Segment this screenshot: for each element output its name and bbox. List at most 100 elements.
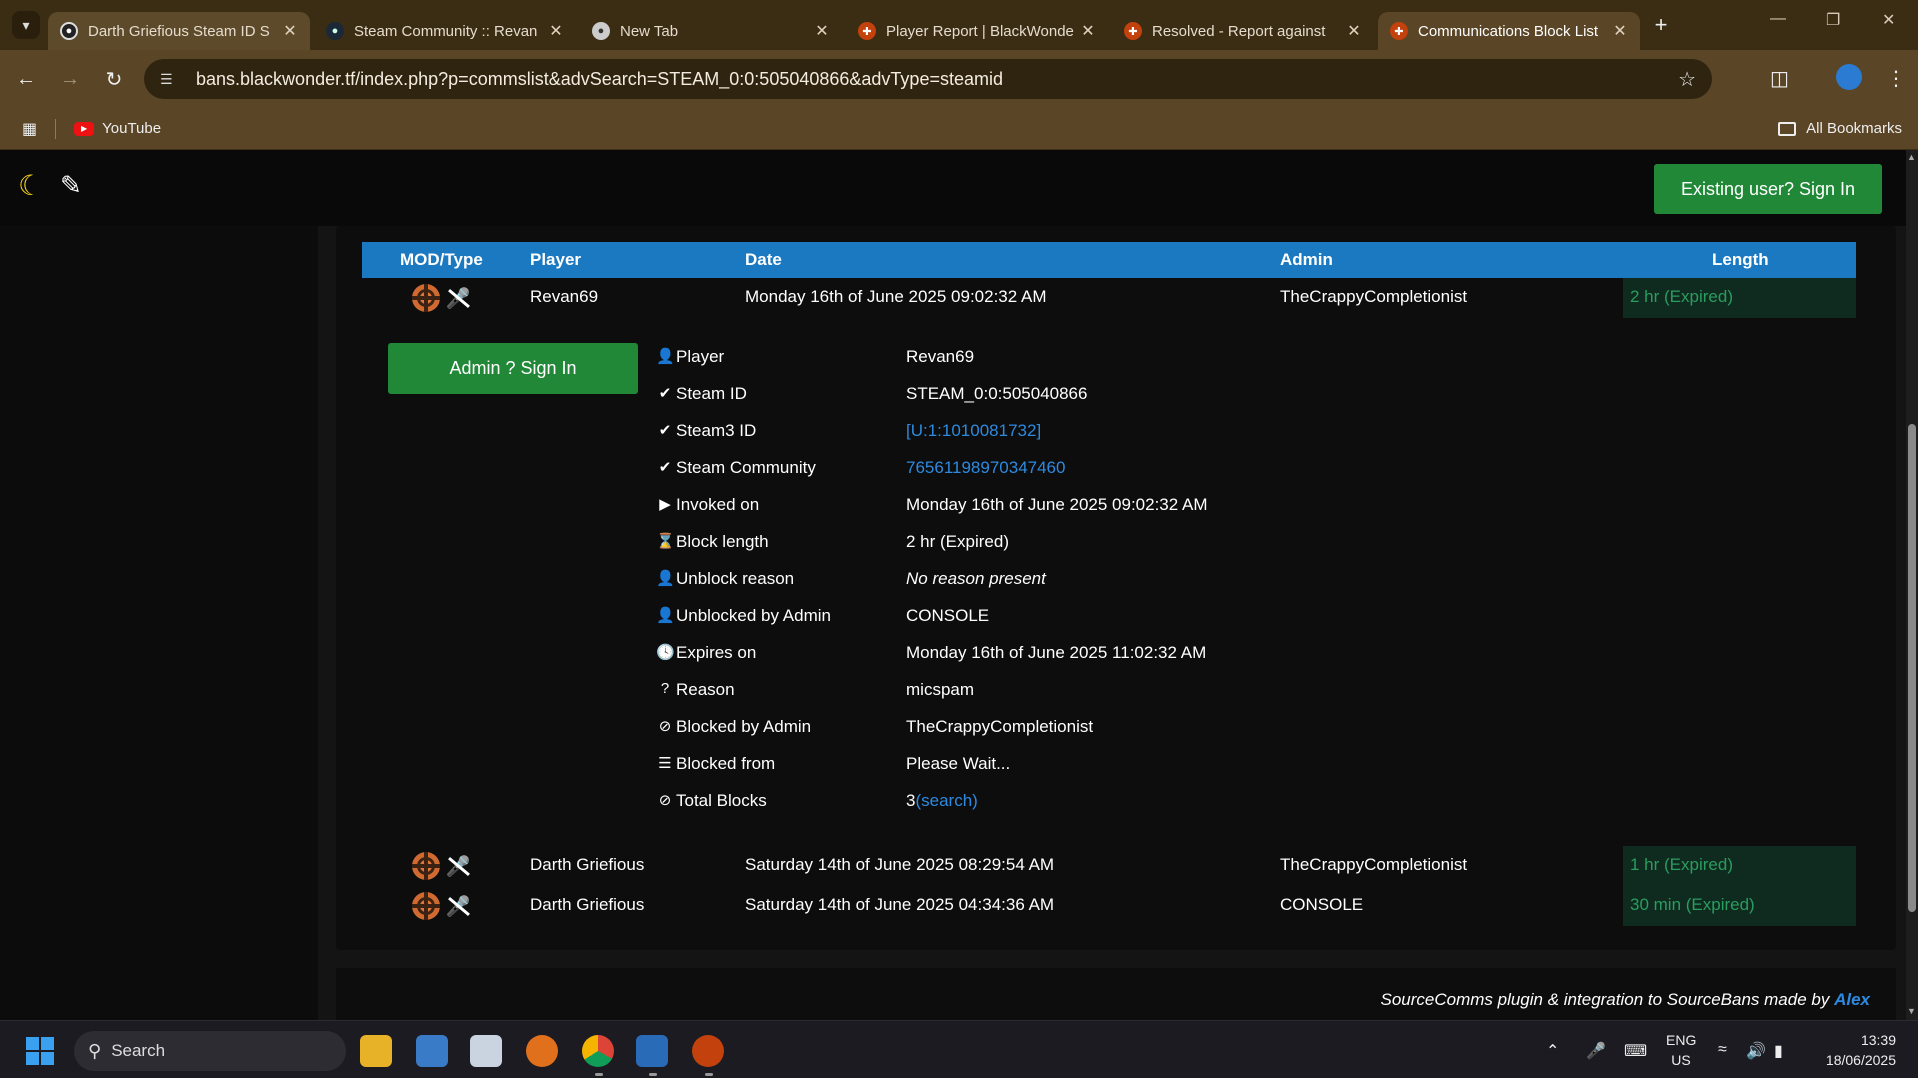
close-tab-icon[interactable]: ✕ [812,21,832,41]
close-tab-icon[interactable]: ✕ [1078,21,1098,41]
block-details: 👤 Player Revan69 ✔ Steam ID STEAM_0:0:505040… [656,345,1356,826]
moon-icon[interactable]: ☾ [18,172,46,200]
tab-title: Communications Block List [1418,22,1599,40]
firefox-icon[interactable] [526,1035,558,1067]
detail-label: Steam3 ID [676,421,757,440]
tab-communications-block-list[interactable]: ✚ Communications Block List ✕ [1378,12,1640,50]
bookmarks-bar: ▦ ▶ YouTube All Bookmarks [0,108,1918,150]
microphone-muted-icon: 🎤 [444,284,472,312]
row-length: 30 min (Expired) [1623,886,1856,926]
steam3-id-link[interactable]: [U:1:1010081732] [906,421,1041,441]
row-date: Saturday 14th of June 2025 08:29:54 AM [745,855,1055,874]
url-text: bans.blackwonder.tf/index.php?p=commslis… [196,68,1003,89]
steam-icon: ● [326,22,344,40]
steam-community-link[interactable]: 76561198970347460 [906,458,1065,478]
close-window-icon[interactable]: ✕ [1882,10,1895,30]
table-row[interactable]: 🎤 Darth Griefious Saturday 14th of June … [362,886,1856,926]
chrome-taskbar-icon[interactable] [582,1035,614,1076]
tf2-icon: ✚ [858,22,876,40]
header-length: Length [1712,250,1769,269]
windows-start-icon[interactable] [26,1037,54,1065]
detail-label: Expires on [676,643,757,662]
site-top-nav: ☾ ✎ Existing user? Sign In [0,150,1906,226]
extensions-icon[interactable]: ◫ [1770,66,1789,91]
table-row[interactable]: 🎤 Revan69 Monday 16th of June 2025 09:02… [362,278,1856,318]
bookmark-youtube[interactable]: YouTube [102,120,161,137]
close-tab-icon[interactable]: ✕ [1344,21,1364,41]
question-icon: ? [660,680,670,697]
detail-row-total-blocks: ⊘ Total Blocks 3(search) [656,789,1356,826]
tab-darth-griefious[interactable]: ● Darth Griefious Steam ID S ✕ [48,12,310,50]
brush-icon[interactable]: ✎ [60,170,82,201]
keyboard-icon[interactable]: ⌨ [1624,1041,1647,1061]
system-clock[interactable]: 13:39 18/06/2025 [1814,1030,1896,1070]
forward-icon[interactable]: → [52,68,88,91]
browser-tab-bar: ▾ ● Darth Griefious Steam ID S ✕ ● Steam… [0,0,1918,50]
detail-label: Unblock reason [676,569,795,588]
close-tab-icon[interactable]: ✕ [280,21,300,41]
detail-row-block-length: ⌛ Block length 2 hr (Expired) [656,530,1356,567]
detail-value: micspam [906,680,975,699]
scroll-up-icon[interactable]: ▲ [1907,152,1916,162]
bookmark-star-icon[interactable]: ☆ [1678,67,1696,92]
header-mod-type: MOD/Type [400,250,483,269]
tab-title: Resolved - Report against [1152,22,1326,40]
detail-value: Monday 16th of June 2025 09:02:32 AM [906,495,1208,514]
reload-icon[interactable]: ↻ [96,67,132,92]
taskbar-search-input[interactable]: ⚲ Search [74,1031,346,1071]
detail-row-reason: ? Reason micspam [656,678,1356,715]
tab-steam-community[interactable]: ● Steam Community :: Revan ✕ [314,12,576,50]
detail-value: STEAM_0:0:505040866 [906,384,1088,403]
url-input[interactable]: ☰ bans.blackwonder.tf/index.php?p=commsl… [144,59,1712,99]
tf2-icon: ✚ [1124,22,1142,40]
tab-player-report[interactable]: ✚ Player Report | BlackWonde ✕ [846,12,1108,50]
microphone-icon[interactable]: 🎤 [1586,1041,1606,1061]
detail-label: Blocked by Admin [676,717,812,736]
restore-icon[interactable]: ❐ [1826,10,1840,30]
scrollbar-thumb[interactable] [1908,424,1916,912]
detail-value: Please Wait... [906,754,1011,773]
snipping-tool-icon[interactable] [470,1035,502,1067]
scroll-down-icon[interactable]: ▼ [1907,1006,1916,1016]
language-indicator[interactable]: ENG US [1666,1030,1696,1070]
tab-new-tab[interactable]: ● New Tab ✕ [580,12,842,50]
all-bookmarks[interactable]: All Bookmarks [1778,120,1902,137]
play-icon: ▶ [659,496,671,513]
site-settings-icon[interactable]: ☰ [160,71,182,88]
apps-grid-icon[interactable]: ▦ [22,119,37,139]
row-length: 2 hr (Expired) [1623,278,1856,318]
page-scrollbar[interactable]: ▲ ▼ [1906,150,1918,1020]
detail-row-steam-community: ✔ Steam Community 76561198970347460 [656,456,1356,493]
file-explorer-icon[interactable] [360,1035,392,1067]
left-sidebar [0,226,318,1020]
row-length: 1 hr (Expired) [1623,846,1856,886]
new-tab-icon[interactable]: + [1644,8,1678,42]
row-player: Revan69 [530,287,599,306]
tab-search-dropdown-icon[interactable]: ▾ [12,11,40,39]
vpn-app-icon[interactable] [636,1035,668,1076]
footer-credit-text: SourceComms plugin & integration to Sour… [1380,990,1830,1009]
control-panel-icon[interactable] [416,1035,448,1067]
total-blocks-search-link[interactable]: (search) [915,791,977,810]
detail-value: Revan69 [906,347,975,366]
close-tab-icon[interactable]: ✕ [1610,21,1630,41]
tf2-taskbar-icon[interactable] [692,1035,724,1076]
minimize-icon[interactable]: — [1770,10,1786,28]
tab-resolved-report[interactable]: ✚ Resolved - Report against ✕ [1112,12,1374,50]
microphone-muted-icon: 🎤 [444,892,472,920]
admin-sign-in-button[interactable]: Admin ? Sign In [388,343,638,394]
close-tab-icon[interactable]: ✕ [546,21,566,41]
menu-kebab-icon[interactable]: ⋮ [1886,66,1906,91]
profile-avatar-icon[interactable] [1836,64,1862,90]
battery-icon[interactable]: ▮ [1774,1041,1783,1061]
tray-overflow-chevron-icon[interactable]: ⌃ [1546,1041,1559,1061]
steam-small-icon: ✔ [658,459,672,476]
footer-author-link[interactable]: Alex [1834,990,1870,1009]
existing-user-sign-in-button[interactable]: Existing user? Sign In [1654,164,1882,214]
volume-icon[interactable]: 🔊 [1746,1041,1766,1061]
detail-row-steam-id: ✔ Steam ID STEAM_0:0:505040866 [656,382,1356,419]
tab-title: Player Report | BlackWonde [886,22,1074,40]
back-icon[interactable]: ← [8,68,44,91]
wifi-icon[interactable]: ≈ [1718,1041,1727,1059]
table-row[interactable]: 🎤 Darth Griefious Saturday 14th of June … [362,846,1856,886]
